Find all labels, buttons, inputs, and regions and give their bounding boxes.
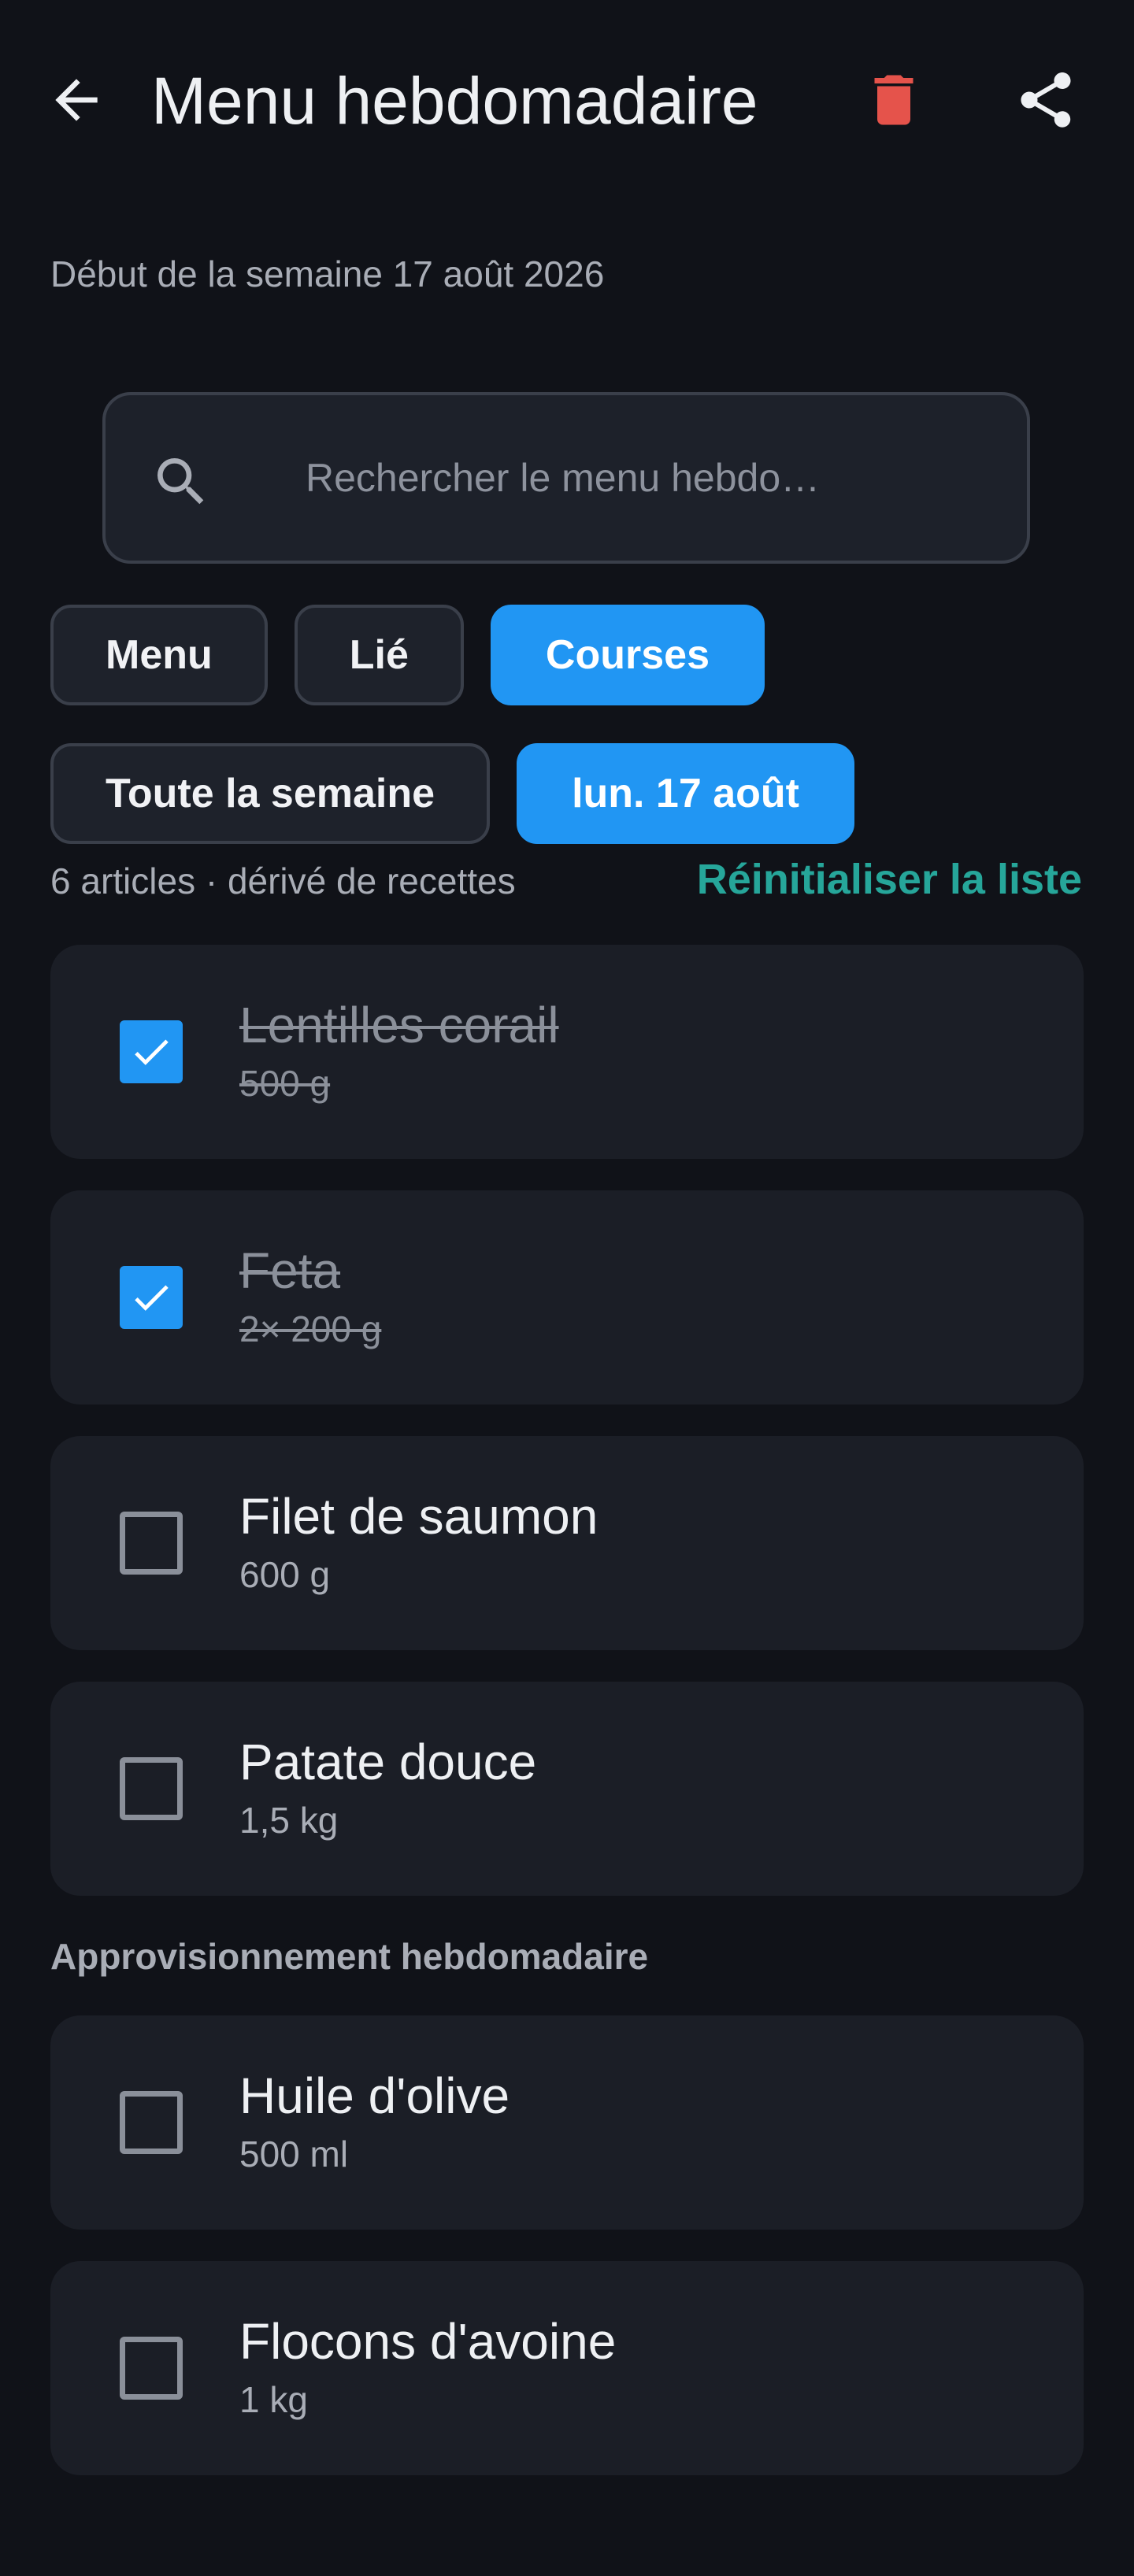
search-bar[interactable] — [102, 392, 1030, 564]
item-checkbox[interactable] — [120, 1020, 183, 1083]
item-quantity: 500 g — [239, 1063, 331, 1104]
week-start-label: Début de la semaine 17 août 2026 — [50, 254, 605, 294]
delete-button[interactable] — [850, 57, 937, 143]
top-app-bar: Menu hebdomadaire — [0, 50, 1134, 153]
shopping-item[interactable]: Feta 2× 200 g — [50, 1190, 1084, 1405]
item-checkbox[interactable] — [120, 2337, 183, 2400]
arrow-left-icon — [55, 79, 98, 121]
item-quantity: 1 kg — [239, 2379, 308, 2420]
filter-monday[interactable]: lun. 17 août — [517, 743, 854, 844]
shopping-item[interactable]: Lentilles corail 500 g — [50, 945, 1084, 1159]
item-quantity: 600 g — [239, 1554, 331, 1595]
search-input[interactable] — [306, 435, 983, 521]
page-title: Menu hebdomadaire — [151, 64, 758, 138]
search-icon — [158, 458, 204, 505]
item-checkbox[interactable] — [120, 1266, 183, 1329]
day-filters: Toute la semaine lun. 17 août — [50, 743, 854, 844]
tab-menu[interactable]: Menu — [50, 605, 268, 705]
shopping-item[interactable]: Huile d'olive 500 ml — [50, 2015, 1084, 2230]
shopping-item[interactable]: Flocons d'avoine 1 kg — [50, 2261, 1084, 2475]
item-name: Huile d'olive — [239, 2067, 510, 2124]
trash-icon — [874, 75, 914, 125]
item-quantity: 500 ml — [239, 2134, 349, 2174]
filter-whole-week[interactable]: Toute la semaine — [50, 743, 491, 844]
shopping-item[interactable]: Patate douce 1,5 kg — [50, 1682, 1084, 1896]
reset-list-button[interactable]: Réinitialiser la liste — [697, 853, 1082, 905]
view-tabs: Menu Lié Courses — [50, 605, 765, 705]
item-name: Lentilles corail — [239, 997, 559, 1053]
item-quantity: 1,5 kg — [239, 1800, 339, 1841]
item-checkbox[interactable] — [120, 1512, 183, 1575]
item-name: Feta — [239, 1242, 341, 1299]
weekly-menu-screen: Menu hebdomadaire Début de la semaine 17… — [0, 0, 1134, 2576]
back-button[interactable] — [33, 57, 120, 143]
tab-linked[interactable]: Lié — [294, 605, 464, 705]
item-name: Flocons d'avoine — [239, 2313, 617, 2370]
items-summary: 6 articles · dérivé de recettes — [50, 861, 516, 901]
item-name: Filet de saumon — [239, 1488, 598, 1545]
item-checkbox[interactable] — [120, 1757, 183, 1820]
shopping-item[interactable]: Filet de saumon 600 g — [50, 1436, 1084, 1650]
item-quantity: 2× 200 g — [239, 1308, 382, 1349]
share-button[interactable] — [1002, 57, 1089, 143]
share-icon — [1021, 72, 1071, 128]
checkmark-icon — [135, 1285, 169, 1311]
item-name: Patate douce — [239, 1734, 537, 1790]
item-checkbox[interactable] — [120, 2091, 183, 2154]
section-header-weekly-supply: Approvisionnement hebdomadaire — [50, 1936, 649, 1977]
checkmark-icon — [135, 1039, 169, 1065]
tab-shopping[interactable]: Courses — [490, 605, 765, 705]
